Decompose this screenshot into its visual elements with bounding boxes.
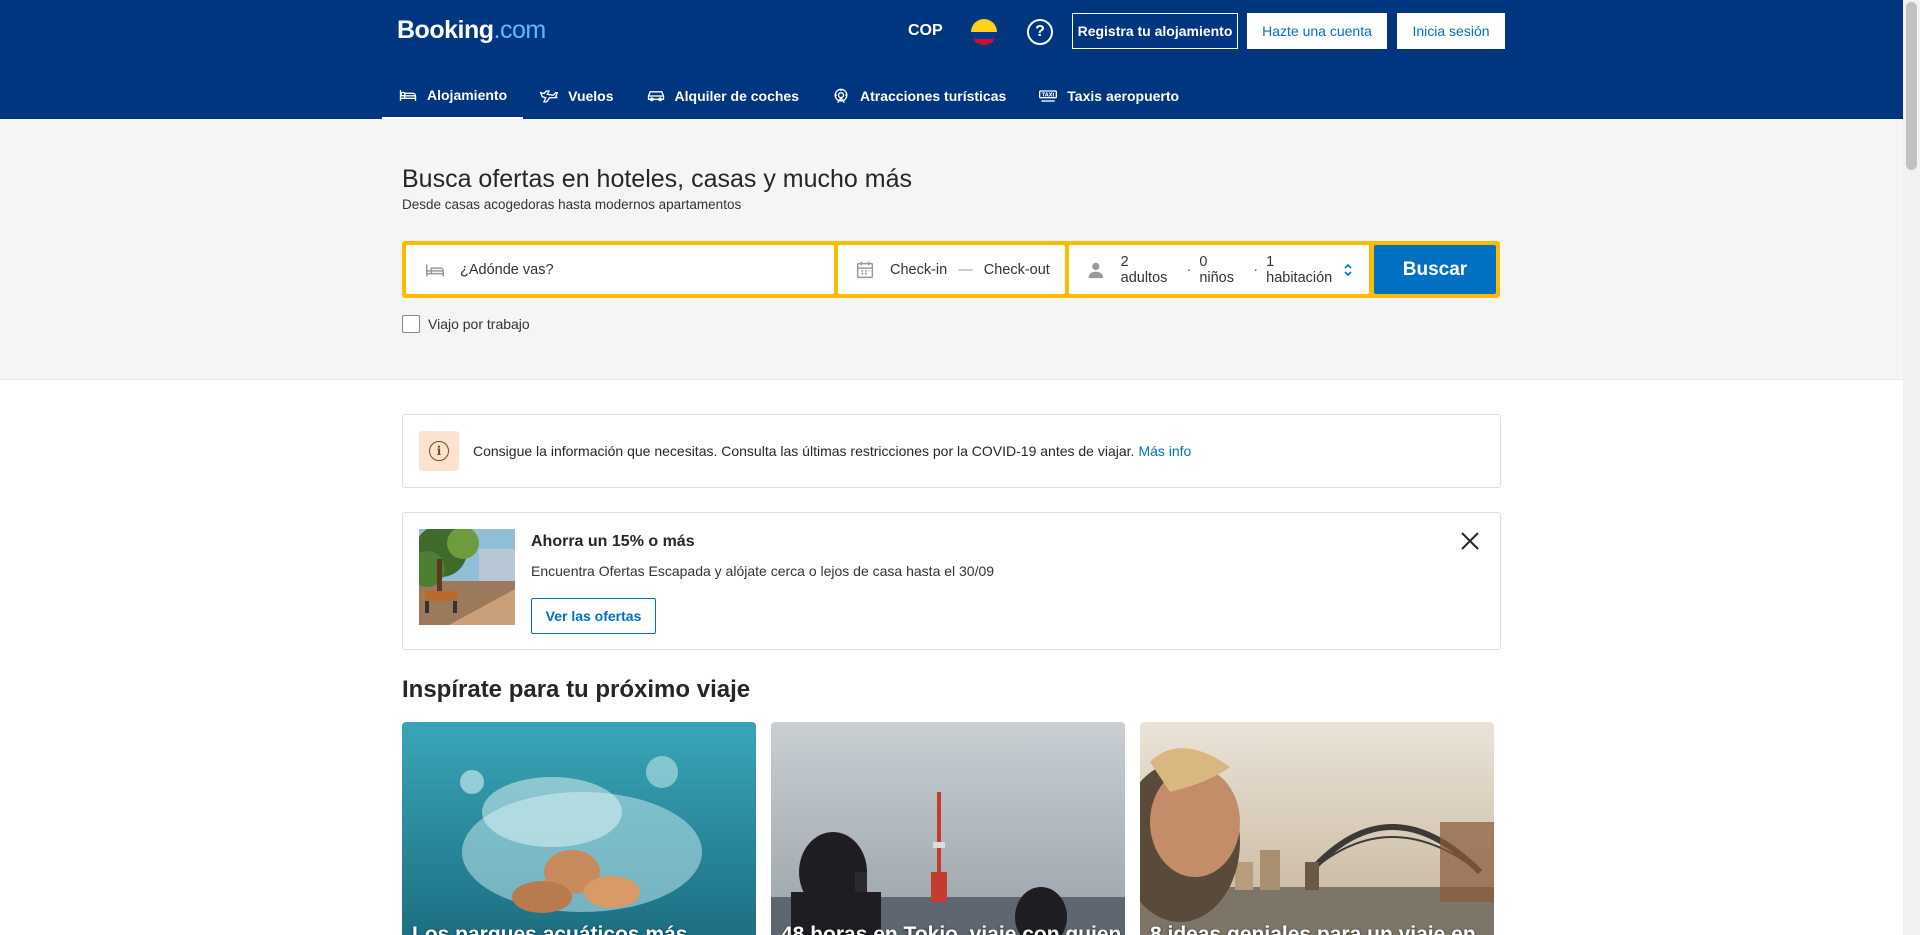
nav-tab-coches[interactable]: Alquiler de coches xyxy=(630,72,815,119)
sydney-image xyxy=(1140,722,1494,935)
destination-field[interactable]: ¿Adónde vas? xyxy=(406,245,834,294)
more-info-link[interactable]: Más info xyxy=(1138,443,1191,459)
date-separator: — xyxy=(958,261,973,278)
nav-tab-label: Alojamiento xyxy=(427,86,508,103)
card-caption: 48 horas en Tokio, viaje con quien xyxy=(781,923,1122,935)
destination-placeholder: ¿Adónde vas? xyxy=(460,261,554,278)
guests-selector[interactable]: 2 adultos · 0 niños · 1 habitación xyxy=(1069,245,1369,294)
close-icon[interactable] xyxy=(1458,529,1482,553)
rooms-count: 1 habitación xyxy=(1266,253,1333,286)
inspiration-card-sydney[interactable]: 8 ideas geniales para un viaje en xyxy=(1140,722,1494,935)
promo-card: Ahorra un 15% o más Encuentra Ofertas Es… xyxy=(402,512,1501,650)
calendar-icon xyxy=(856,261,874,278)
top-header: Booking.com COP ? Registra tu alojamient… xyxy=(0,0,1903,119)
nav-tab-atracciones[interactable]: Atracciones turísticas xyxy=(815,72,1022,119)
page-subtitle: Desde casas acogedoras hasta modernos ap… xyxy=(402,197,742,212)
card-caption: 8 ideas geniales para un viaje en xyxy=(1150,923,1476,935)
nav-tab-label: Vuelos xyxy=(568,87,614,104)
search-hero: Busca ofertas en hoteles, casas y mucho … xyxy=(0,119,1903,380)
nav-tab-label: Alquiler de coches xyxy=(674,87,799,104)
promo-title: Ahorra un 15% o más xyxy=(531,533,695,550)
product-nav: Alojamiento Vuelos Alquiler de coches At… xyxy=(382,72,1195,119)
bed-icon xyxy=(426,264,444,276)
help-icon[interactable]: ? xyxy=(1027,19,1053,45)
info-icon: i xyxy=(419,431,459,471)
inspiration-heading: Inspírate para tu próximo viaje xyxy=(402,676,751,703)
promo-description: Encuentra Ofertas Escapada y alójate cer… xyxy=(531,563,995,579)
taxi-icon: TAXI xyxy=(1039,89,1058,102)
children-count: 0 niños xyxy=(1199,253,1234,286)
nav-tab-label: Taxis aeropuerto xyxy=(1067,87,1180,104)
create-account-button[interactable]: Hazte una cuenta xyxy=(1247,13,1387,49)
adults-count: 2 adultos xyxy=(1120,253,1168,286)
separator-dot: · xyxy=(1253,261,1259,278)
inspiration-card-tokyo[interactable]: 48 horas en Tokio, viaje con quien xyxy=(771,722,1125,935)
page-scrollbar[interactable] xyxy=(1903,0,1920,935)
car-icon xyxy=(647,90,664,101)
bed-icon xyxy=(399,89,417,101)
tokyo-image xyxy=(771,722,1125,935)
separator-dot: · xyxy=(1186,261,1192,278)
nav-tab-taxis[interactable]: TAXI Taxis aeropuerto xyxy=(1022,72,1195,119)
work-trip-checkbox[interactable] xyxy=(402,315,420,333)
date-picker[interactable]: Check-in — Check-out xyxy=(838,245,1065,294)
svg-text:TAXI: TAXI xyxy=(1042,92,1055,98)
checkout-label: Check-out xyxy=(983,261,1050,278)
covid-text: Consigue la información que necesitas. C… xyxy=(473,443,1135,459)
register-property-button[interactable]: Registra tu alojamiento xyxy=(1072,13,1238,49)
waterpark-image xyxy=(402,722,756,935)
covid-info-banner: i Consigue la información que necesitas.… xyxy=(402,414,1501,488)
login-button[interactable]: Inicia sesión xyxy=(1397,13,1505,49)
search-bar: ¿Adónde vas? Check-in — Check-out 2 adul… xyxy=(402,241,1500,298)
promo-image xyxy=(419,529,515,625)
language-flag-icon[interactable] xyxy=(971,19,997,45)
checkin-label: Check-in xyxy=(890,261,948,278)
updown-chevron-icon xyxy=(1343,263,1353,277)
nav-tab-alojamiento[interactable]: Alojamiento xyxy=(382,72,524,119)
booking-logo[interactable]: Booking.com xyxy=(397,16,546,45)
card-caption: Los parques acuáticos más xyxy=(412,923,688,935)
scrollbar-thumb[interactable] xyxy=(1906,2,1917,170)
currency-selector[interactable]: COP xyxy=(908,22,943,40)
work-trip-option[interactable]: Viajo por trabajo xyxy=(402,315,530,333)
plane-icon xyxy=(539,89,559,102)
page-title: Busca ofertas en hoteles, casas y mucho … xyxy=(402,165,912,193)
person-icon xyxy=(1088,262,1104,278)
inspiration-card-waterparks[interactable]: Los parques acuáticos más xyxy=(402,722,756,935)
search-button[interactable]: Buscar xyxy=(1374,245,1496,294)
attractions-icon xyxy=(834,88,848,103)
nav-tab-label: Atracciones turísticas xyxy=(860,87,1007,104)
nav-tab-vuelos[interactable]: Vuelos xyxy=(523,72,629,119)
view-deals-button[interactable]: Ver las ofertas xyxy=(531,598,656,634)
work-trip-label: Viajo por trabajo xyxy=(428,316,530,332)
